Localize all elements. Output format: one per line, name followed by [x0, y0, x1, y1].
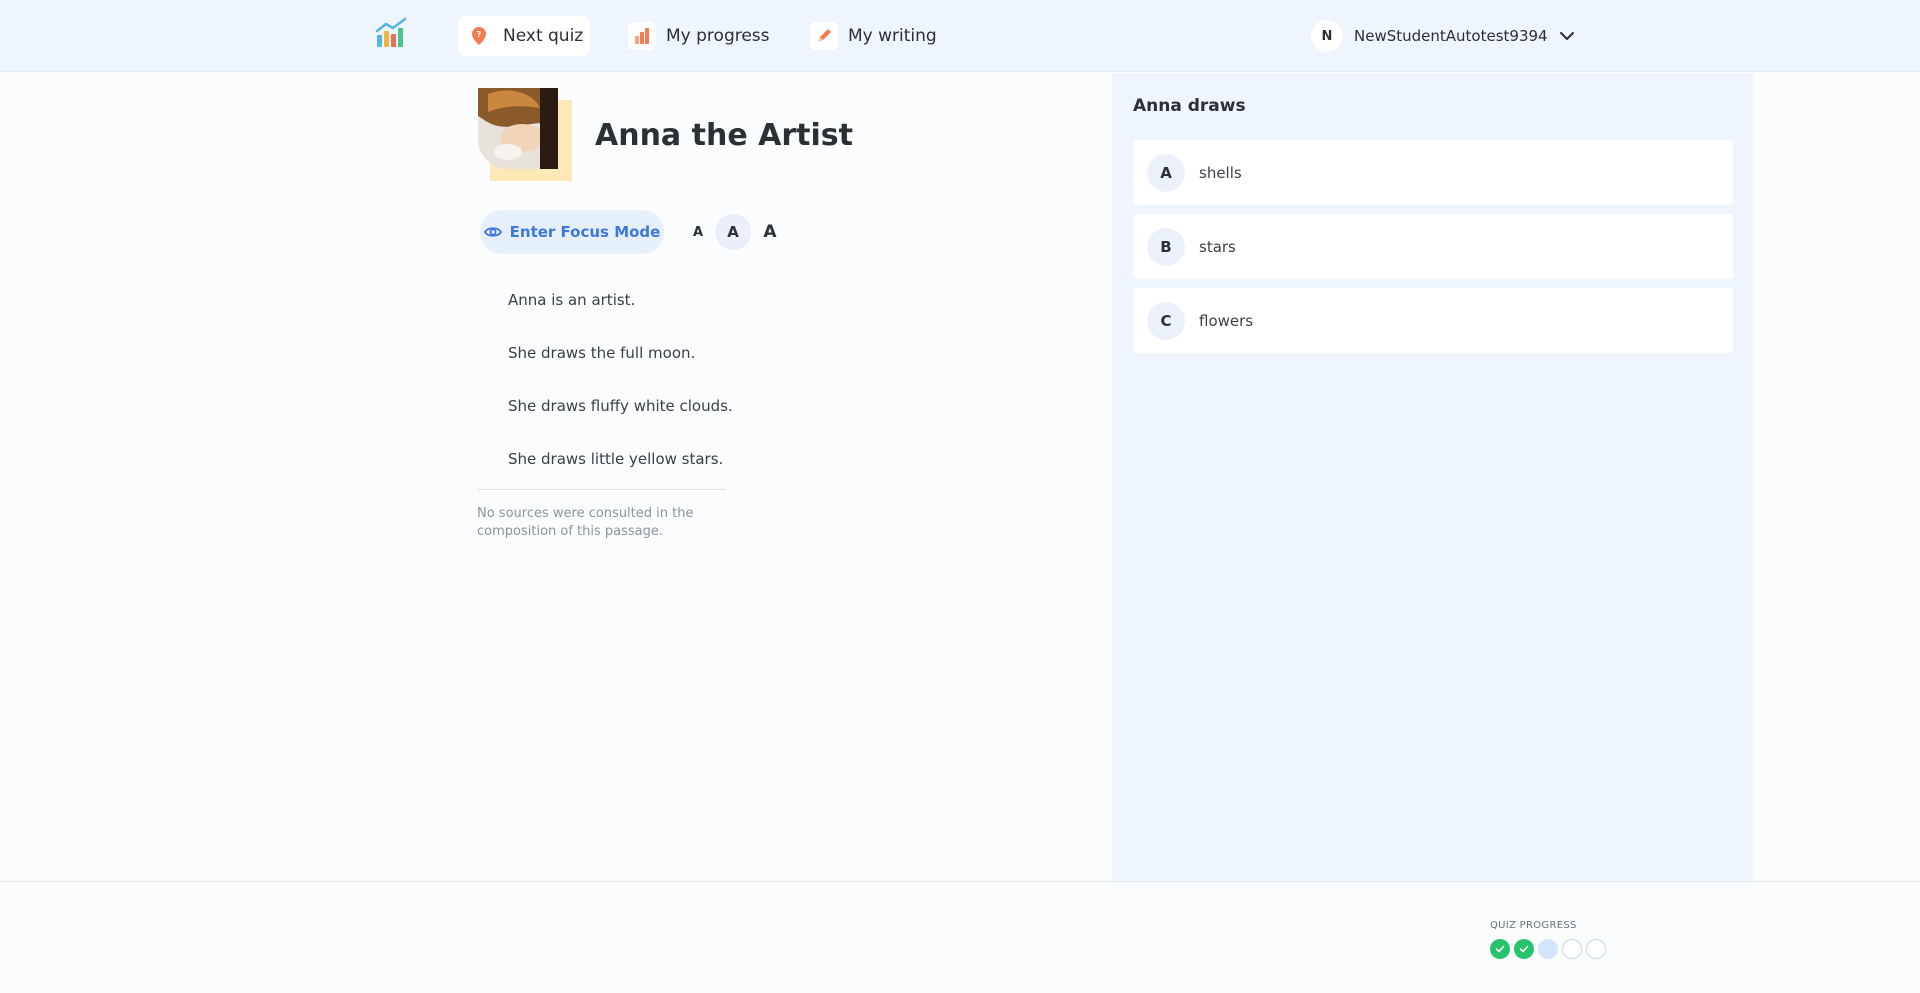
font-size-large-button[interactable]: A [756, 214, 784, 250]
avatar: N [1311, 20, 1343, 52]
nav-my-progress[interactable]: My progress [621, 16, 777, 56]
option-text: flowers [1199, 311, 1254, 330]
font-size-small-button[interactable]: A [686, 214, 710, 250]
nav-label: My writing [848, 26, 937, 46]
eye-icon [483, 227, 502, 237]
passage-paragraph: She draws little yellow stars. [508, 450, 724, 468]
answer-option-c[interactable]: C flowers [1133, 288, 1733, 353]
progress-dot-current [1538, 939, 1558, 959]
option-text: shells [1199, 163, 1242, 182]
divider [477, 489, 726, 490]
chevron-down-icon [1559, 32, 1574, 40]
passage-image [478, 88, 572, 181]
check-icon [1495, 945, 1505, 953]
option-letter: C [1147, 301, 1185, 340]
progress-dot-pending [1562, 939, 1582, 959]
passage-title: Anna the Artist [595, 118, 853, 153]
font-size-medium-button[interactable]: A [715, 214, 751, 250]
answer-option-b[interactable]: B stars [1133, 214, 1733, 279]
bar-chart-icon [628, 22, 656, 50]
option-text: stars [1199, 237, 1236, 256]
option-letter: A [1147, 153, 1185, 192]
quiz-progress-label: QUIZ PROGRESS [1490, 920, 1577, 931]
passage-paragraph: She draws fluffy white clouds. [508, 397, 733, 415]
nav-my-writing[interactable]: My writing [803, 16, 944, 56]
nav-label: Next quiz [503, 26, 584, 46]
user-name: NewStudentAutotest9394 [1354, 27, 1548, 45]
svg-text:?: ? [477, 30, 482, 39]
nav-label: My progress [666, 26, 770, 46]
quiz-progress-dots [1490, 939, 1606, 959]
passage-paragraph: Anna is an artist. [508, 291, 636, 309]
progress-dot-complete [1490, 939, 1510, 959]
user-menu[interactable]: N NewStudentAutotest9394 [1311, 19, 1575, 53]
app-logo-icon[interactable] [374, 15, 410, 51]
focus-mode-button[interactable]: Enter Focus Mode [480, 210, 664, 254]
nav-next-quiz[interactable]: ? Next quiz [458, 16, 591, 56]
option-letter: B [1147, 227, 1185, 266]
progress-dot-complete [1514, 939, 1534, 959]
focus-mode-label: Enter Focus Mode [509, 223, 661, 241]
question-title: Anna draws [1133, 96, 1246, 116]
passage-text: Anna is an artist. She draws the full mo… [508, 288, 733, 500]
answer-option-a[interactable]: A shells [1133, 140, 1733, 205]
progress-dot-pending [1586, 939, 1606, 959]
footer [0, 881, 1920, 993]
top-navigation-bar: ? Next quiz My progress My writing N New… [0, 0, 1920, 72]
passage-paragraph: She draws the full moon. [508, 344, 696, 362]
pencil-icon [810, 22, 838, 50]
sources-note: No sources were consulted in the composi… [477, 506, 694, 539]
map-pin-icon: ? [465, 22, 493, 50]
check-icon [1519, 945, 1529, 953]
